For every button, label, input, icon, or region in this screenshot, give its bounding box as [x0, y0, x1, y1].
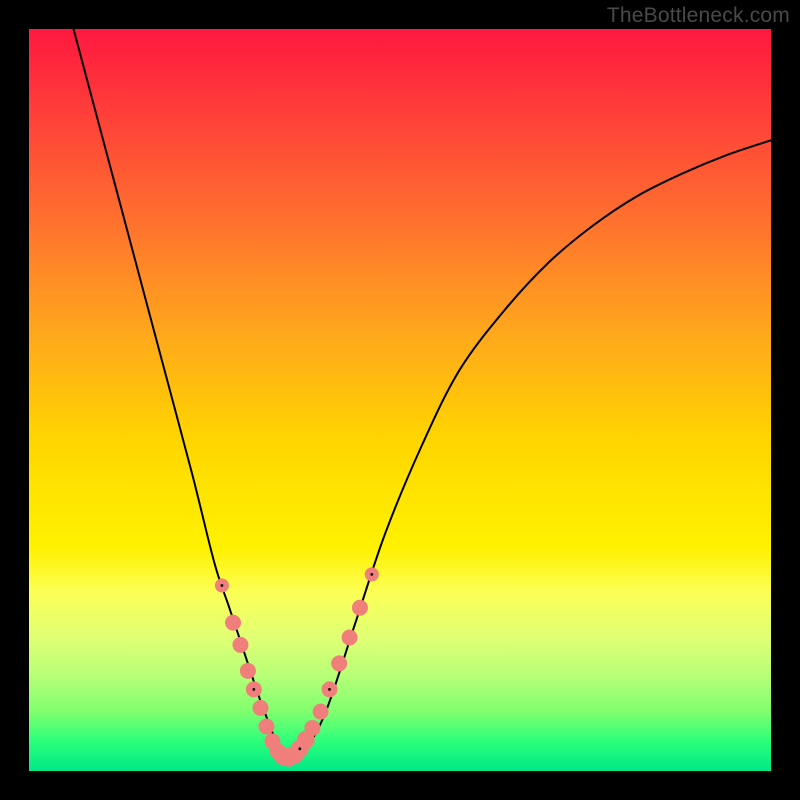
highlight-point [253, 700, 269, 716]
highlight-point [240, 663, 256, 679]
highlight-point-center [252, 688, 255, 691]
highlight-point-center [328, 688, 331, 691]
highlight-point [313, 704, 329, 720]
highlight-point [258, 718, 274, 734]
highlight-point [331, 655, 347, 671]
highlight-point-center [298, 747, 301, 750]
highlight-point-center [370, 573, 373, 576]
highlight-point-center [221, 584, 224, 587]
highlight-point [304, 720, 320, 736]
curve-layer [74, 29, 775, 760]
highlight-point [232, 637, 248, 653]
watermark-text: TheBottleneck.com [607, 4, 790, 28]
highlight-point [352, 600, 368, 616]
plot-svg [29, 29, 771, 771]
chart-frame: TheBottleneck.com [0, 0, 800, 800]
bottleneck-curve [74, 29, 775, 760]
highlight-point [225, 615, 241, 631]
highlight-points-layer [215, 567, 379, 766]
highlight-point [342, 629, 358, 645]
